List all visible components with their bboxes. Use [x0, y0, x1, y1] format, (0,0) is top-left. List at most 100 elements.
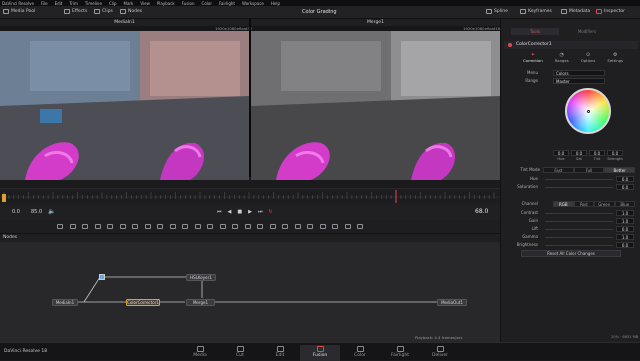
media-pool-button[interactable]: Media Pool — [3, 9, 35, 14]
color-value-field[interactable]: 0.0 — [607, 150, 623, 156]
last-frame-icon[interactable]: ⏭ — [258, 209, 263, 215]
clips-button[interactable]: Clips — [94, 9, 113, 14]
loop-icon[interactable]: ↻ — [268, 209, 272, 215]
page-edit[interactable]: Edit — [260, 345, 300, 361]
menu-item-trim[interactable]: Trim — [69, 1, 78, 6]
hue-slider[interactable] — [545, 179, 613, 180]
shape-tool-icon[interactable] — [169, 224, 176, 229]
subtab-ranges[interactable]: ◔ Ranges — [555, 52, 569, 66]
timeline-ruler[interactable] — [0, 188, 500, 204]
effects-button[interactable]: Effects — [64, 9, 87, 14]
menu-item-view[interactable]: View — [140, 1, 150, 6]
color-value-sat[interactable]: 0.0 Sat — [571, 150, 587, 161]
background-tool-icon[interactable] — [57, 224, 63, 229]
brightness-value[interactable]: 0.0 — [616, 242, 634, 248]
end-time[interactable]: 85.0 — [31, 209, 42, 215]
particles-tool-icon[interactable] — [219, 224, 226, 229]
color-value-field[interactable]: 0.0 — [571, 150, 587, 156]
channel-tool-icon[interactable] — [319, 224, 326, 229]
color-wheel-handle[interactable] — [587, 110, 590, 113]
reset-all-button[interactable]: Reset All Color Changes — [521, 250, 621, 257]
metadata-button[interactable]: Metadata — [561, 9, 590, 14]
hue-value[interactable]: 0.0 — [616, 176, 634, 182]
page-cut[interactable]: Cut — [220, 345, 260, 361]
contrast-value[interactable]: 1.0 — [616, 210, 634, 216]
color-value-field[interactable]: 0.0 — [589, 150, 605, 156]
color-wheel[interactable] — [565, 88, 611, 134]
color-tool-icon[interactable] — [257, 224, 263, 229]
page-media[interactable]: Media — [180, 345, 220, 361]
light-tool-icon[interactable] — [182, 224, 188, 229]
inspector-button[interactable]: Inspector — [596, 9, 625, 14]
channel-green[interactable]: Green — [594, 201, 615, 207]
play-icon[interactable]: ▶ — [248, 209, 252, 215]
menu-item-color[interactable]: Color — [202, 1, 212, 6]
tracker-tool-icon[interactable] — [294, 224, 301, 229]
tint-mode-full[interactable]: Full — [573, 167, 605, 173]
color-value-field[interactable]: 0.0 — [553, 150, 569, 156]
stop-icon[interactable]: ■ — [237, 209, 242, 215]
subtab-correction[interactable]: ✦ Correction — [523, 52, 543, 66]
saturation-slider[interactable] — [545, 187, 613, 188]
nodes-button[interactable]: Nodes — [120, 9, 142, 14]
warp-tool-icon[interactable] — [307, 224, 313, 229]
right-viewer-image[interactable] — [251, 31, 500, 180]
tab-tools[interactable]: Tools — [511, 28, 559, 35]
spline-button[interactable]: Spline — [486, 9, 508, 14]
stereo-tool-icon[interactable] — [332, 224, 338, 229]
channel-blue[interactable]: Blue — [614, 201, 635, 207]
node-colorcorrector1[interactable]: ColorCorrector1 — [126, 299, 160, 306]
lift-value[interactable]: 0.0 — [616, 226, 634, 232]
nodes-panel[interactable]: Nodes MediaIn1 ColorCorrector1 Merge1 HS… — [0, 234, 500, 342]
saturation-value[interactable]: 0.0 — [616, 184, 634, 190]
page-fairlight[interactable]: Fairlight — [380, 345, 420, 361]
menu-item-fusion[interactable]: Fusion — [182, 1, 195, 6]
transform-tool-icon[interactable] — [282, 224, 288, 229]
channel-red[interactable]: Red — [573, 201, 594, 207]
audio-icon[interactable]: 🔈 — [48, 208, 55, 215]
start-time[interactable]: 0.0 — [12, 209, 20, 215]
gamma-slider[interactable] — [545, 237, 613, 238]
pipe-router[interactable] — [99, 274, 105, 280]
mask-rect-tool-icon[interactable] — [94, 224, 101, 229]
first-frame-icon[interactable]: ⏮ — [217, 209, 222, 215]
subtab-settings[interactable]: ⚙ Settings — [607, 52, 623, 66]
menu-item-clip[interactable]: Clip — [109, 1, 117, 6]
menu-select[interactable]: Colors — [553, 70, 605, 76]
paint-tool-icon[interactable] — [69, 224, 76, 229]
bspline-tool-icon[interactable] — [132, 224, 138, 229]
color-value-tint[interactable]: 0.0 Tint — [589, 150, 605, 161]
gain-value[interactable]: 1.0 — [616, 218, 634, 224]
merge-3d-tool-icon[interactable] — [194, 224, 201, 229]
brightness-slider[interactable] — [545, 245, 613, 246]
text-tool-icon[interactable] — [82, 224, 88, 229]
tint-mode-fast[interactable]: Fast — [543, 167, 574, 173]
emitter-tool-icon[interactable] — [232, 224, 238, 229]
node-mediaout1[interactable]: MediaOut1 — [437, 299, 467, 306]
menu-item-timeline[interactable]: Timeline — [85, 1, 102, 6]
mask-ellipse-tool-icon[interactable] — [107, 224, 113, 229]
contrast-slider[interactable] — [545, 213, 613, 214]
inspector-node-header[interactable]: ColorCorrector1 — [504, 41, 638, 49]
node-merge1[interactable]: Merge1 — [186, 299, 215, 306]
page-fusion[interactable]: Fusion — [300, 345, 340, 361]
gamma-value[interactable]: 1.0 — [616, 234, 634, 240]
blur-tool-icon[interactable] — [244, 224, 251, 229]
keyframes-button[interactable]: Keyframes — [520, 9, 552, 14]
node-hslkeyer1[interactable]: HSLKeyer1 — [186, 274, 216, 281]
menu-item-workspace[interactable]: Workspace — [242, 1, 264, 6]
menu-item-help[interactable]: Help — [271, 1, 280, 6]
vr-tool-icon[interactable] — [344, 224, 351, 229]
current-frame[interactable]: 68.0 — [475, 208, 488, 215]
menu-item-playback[interactable]: Playback — [157, 1, 175, 6]
lift-slider[interactable] — [545, 229, 613, 230]
left-viewer-image[interactable] — [0, 31, 249, 180]
tab-modifiers[interactable]: Modifiers — [563, 28, 611, 35]
cube-tool-icon[interactable] — [157, 224, 163, 229]
gain-slider[interactable] — [545, 221, 613, 222]
renderer-tool-icon[interactable] — [207, 224, 213, 229]
page-color[interactable]: Color — [340, 345, 380, 361]
deep-tool-icon[interactable] — [357, 224, 363, 229]
polygon-tool-icon[interactable] — [119, 224, 126, 229]
subtab-options[interactable]: ⊙ Options — [581, 52, 596, 66]
